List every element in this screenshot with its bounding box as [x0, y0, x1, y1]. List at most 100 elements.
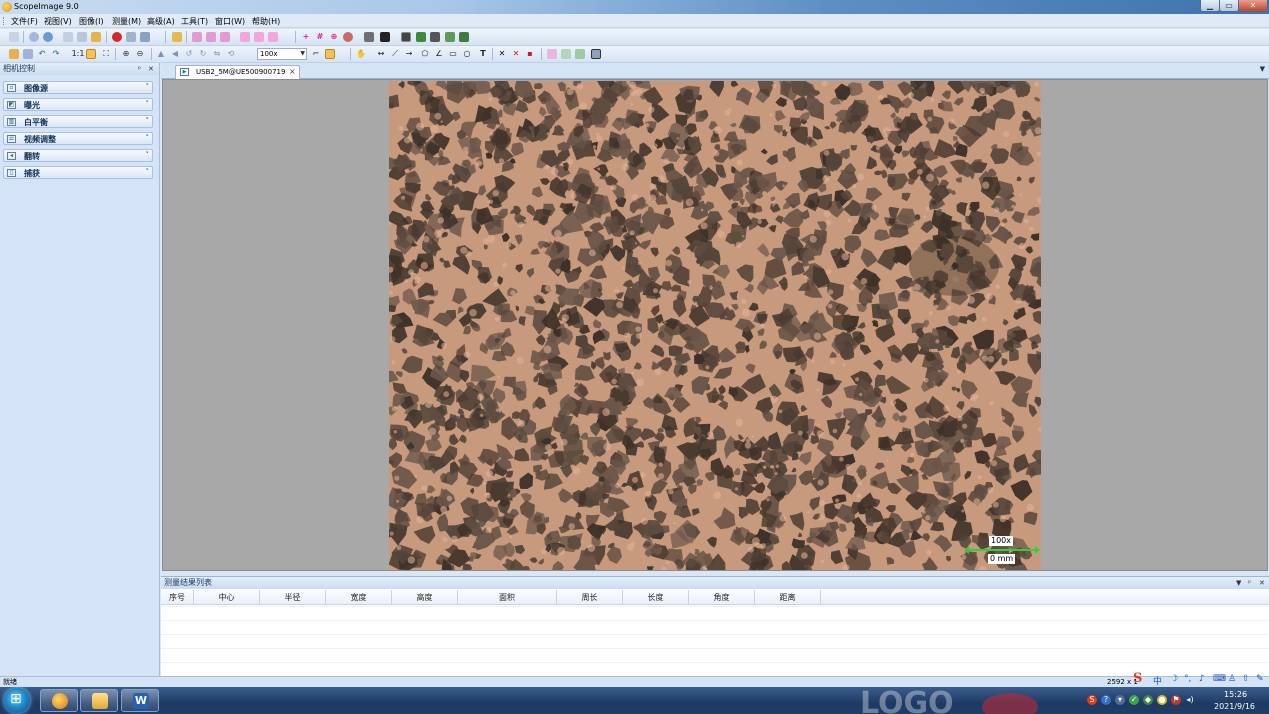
section-flip[interactable]: ◂ 翻转 ˅: [3, 149, 153, 162]
delete-all-icon[interactable]: ✕: [511, 49, 521, 59]
menu-file[interactable]: 文件(F): [11, 16, 38, 27]
layer-icon[interactable]: [192, 32, 202, 42]
measure-polyline-icon[interactable]: ⟋: [390, 49, 400, 59]
pin-icon[interactable]: ᵖ: [1248, 577, 1251, 589]
punctuation-icon[interactable]: °,: [1184, 674, 1191, 684]
mirror-icon[interactable]: ⇋: [212, 49, 222, 59]
open-folder-icon[interactable]: [172, 32, 182, 42]
open-icon[interactable]: [9, 49, 19, 59]
layer-3-icon[interactable]: [220, 32, 230, 42]
taskbar-word-button[interactable]: W: [121, 689, 159, 712]
minimize-button[interactable]: ▁: [1200, 0, 1220, 12]
layer-list-icon[interactable]: [547, 49, 557, 59]
export-icon[interactable]: [445, 32, 455, 42]
image-icon[interactable]: [364, 32, 374, 42]
column-header[interactable]: 序号: [161, 590, 194, 605]
column-header[interactable]: 高度: [392, 590, 458, 605]
new-icon[interactable]: [9, 32, 19, 42]
column-header[interactable]: 半径: [260, 590, 326, 605]
pause-icon[interactable]: [126, 32, 136, 42]
delete-icon[interactable]: ✕: [497, 49, 507, 59]
stop-icon[interactable]: [140, 32, 150, 42]
column-header[interactable]: 周长: [557, 590, 623, 605]
frame-icon[interactable]: [401, 32, 411, 42]
close-icon[interactable]: ✕: [1259, 577, 1265, 589]
microscope-image[interactable]: 100x 0 mm: [389, 81, 1041, 570]
shield-tray-icon[interactable]: ◆: [1143, 695, 1153, 705]
zoom-select[interactable]: 100x ▼: [257, 48, 307, 60]
measure-polygon-icon[interactable]: ⬠: [420, 49, 430, 59]
menu-help[interactable]: 帮助(H): [252, 16, 280, 27]
moon-icon[interactable]: ☽: [1170, 674, 1178, 684]
flip-up-icon[interactable]: ▲: [156, 49, 166, 59]
menu-tools[interactable]: 工具(T): [181, 16, 208, 27]
column-header[interactable]: 距离: [755, 590, 821, 605]
start-button[interactable]: [4, 688, 30, 713]
security-tray-icon[interactable]: ✓: [1129, 695, 1139, 705]
menu-advanced[interactable]: 高级(A): [147, 16, 175, 27]
ime-chinese-mode[interactable]: 中: [1153, 674, 1162, 687]
volume-icon[interactable]: ◂): [1185, 695, 1195, 705]
measure-circle-icon[interactable]: ○: [462, 49, 472, 59]
record-icon[interactable]: [112, 32, 122, 42]
menu-measure[interactable]: 测量(M): [112, 16, 141, 27]
calibration-active-icon[interactable]: [325, 49, 335, 59]
section-white-balance[interactable]: ▥ 白平衡 ˅: [3, 115, 153, 128]
maximize-button[interactable]: ▭: [1219, 0, 1239, 12]
redo-icon[interactable]: ↷: [51, 49, 61, 59]
text-tool-button[interactable]: T: [478, 49, 488, 59]
menu-view[interactable]: 视图(V): [44, 16, 72, 27]
clock-time[interactable]: 15:26: [1224, 690, 1247, 699]
taskbar-scopeimage-button[interactable]: [40, 689, 78, 712]
export-table-icon[interactable]: [561, 49, 571, 59]
fullscreen-icon[interactable]: ⛶: [101, 49, 111, 59]
target-icon[interactable]: ⊕: [329, 32, 339, 42]
section-video-adjust[interactable]: ☰ 视频调整 ˅: [3, 132, 153, 145]
column-header[interactable]: 长度: [623, 590, 689, 605]
zoom-out-icon[interactable]: ⊖: [135, 49, 145, 59]
tab-list-chevron-icon[interactable]: ▼: [1260, 65, 1265, 73]
section-exposure[interactable]: ◩ 曝光 ˅: [3, 98, 153, 111]
tab-close-icon[interactable]: ×: [289, 67, 296, 76]
zoom-in-icon[interactable]: ⊕: [121, 49, 131, 59]
arrow-right-icon[interactable]: [240, 32, 250, 42]
close-button[interactable]: ✕: [1238, 0, 1268, 12]
arrow-right-3-icon[interactable]: [268, 32, 278, 42]
copy-frame-icon[interactable]: [77, 32, 87, 42]
image-viewer[interactable]: 100x 0 mm: [162, 79, 1268, 571]
section-image-source[interactable]: ▫ 图像源 ˅: [3, 81, 153, 94]
help-tray-icon[interactable]: ?: [1101, 695, 1111, 705]
measure-line-icon[interactable]: ↔: [376, 49, 386, 59]
shirt-icon[interactable]: ⇧: [1242, 674, 1250, 684]
user-icon[interactable]: ♙: [1228, 674, 1236, 684]
update-tray-icon[interactable]: ●: [1157, 695, 1167, 705]
menu-image[interactable]: 图像(I): [79, 16, 104, 27]
microphone-icon[interactable]: ♪: [1199, 674, 1205, 684]
chevron-down-icon[interactable]: ▼: [1236, 577, 1241, 589]
layer-2-icon[interactable]: [206, 32, 216, 42]
column-header[interactable]: 面积: [458, 590, 557, 605]
palette-icon[interactable]: [343, 32, 353, 42]
section-capture[interactable]: ▯ 捕获 ˅: [3, 166, 153, 179]
measure-angle-icon[interactable]: ∠: [434, 49, 444, 59]
crosshair-icon[interactable]: +: [301, 32, 311, 42]
report-icon[interactable]: [575, 49, 585, 59]
play-icon[interactable]: [29, 32, 39, 42]
sogou-ime-logo-icon[interactable]: S: [1133, 672, 1149, 686]
tab-usb-camera[interactable]: ▶ USB2_5M@UE500900719 ×: [175, 65, 300, 79]
measure-rectangle-icon[interactable]: ▭: [448, 49, 458, 59]
save-icon[interactable]: [23, 49, 33, 59]
folder-icon[interactable]: [91, 32, 101, 42]
rotate-free-icon[interactable]: ⟲: [226, 49, 236, 59]
image-dark-icon[interactable]: [380, 32, 390, 42]
measure-arrow-icon[interactable]: →: [404, 49, 414, 59]
column-header[interactable]: 中心: [194, 590, 260, 605]
film-icon[interactable]: [430, 32, 440, 42]
arrow-right-2-icon[interactable]: [254, 32, 264, 42]
rotate-right-icon[interactable]: ↻: [198, 49, 208, 59]
color-picker-icon[interactable]: ▪: [525, 49, 535, 59]
pin-icon[interactable]: ᵖ: [138, 63, 141, 75]
settings-circle-icon[interactable]: [43, 32, 53, 42]
undo-icon[interactable]: ↶: [37, 49, 47, 59]
flip-left-icon[interactable]: ◀: [170, 49, 180, 59]
